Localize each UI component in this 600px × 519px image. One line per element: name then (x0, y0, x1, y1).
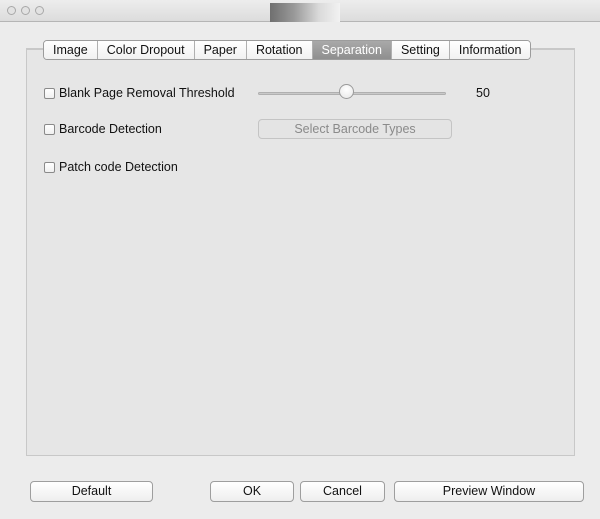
patch-code-checkbox[interactable] (44, 161, 55, 173)
barcode-row: Barcode Detection (44, 122, 162, 136)
blank-page-label: Blank Page Removal Threshold (59, 86, 235, 100)
select-barcode-types-button[interactable]: Select Barcode Types (258, 119, 452, 139)
tab-bar: Image Color Dropout Paper Rotation Separ… (43, 40, 532, 60)
cancel-button[interactable]: Cancel (300, 481, 385, 502)
minimize-window-icon[interactable] (21, 6, 30, 15)
blank-page-checkbox[interactable] (44, 87, 55, 99)
tab-setting[interactable]: Setting (391, 41, 450, 59)
threshold-value: 50 (476, 86, 490, 100)
tab-separation[interactable]: Separation (312, 41, 392, 59)
close-window-icon[interactable] (7, 6, 16, 15)
patch-code-row: Patch code Detection (44, 160, 178, 174)
tab-paper[interactable]: Paper (194, 41, 247, 59)
barcode-checkbox[interactable] (44, 123, 55, 135)
tab-content-panel (26, 48, 575, 456)
tab-color-dropout[interactable]: Color Dropout (97, 41, 195, 59)
patch-code-label: Patch code Detection (59, 160, 178, 174)
default-button[interactable]: Default (30, 481, 153, 502)
slider-thumb[interactable] (338, 84, 354, 99)
tab-image[interactable]: Image (44, 41, 98, 59)
scanner-settings-window: Image Color Dropout Paper Rotation Separ… (0, 0, 600, 519)
blank-page-row: Blank Page Removal Threshold (44, 86, 235, 100)
barcode-label: Barcode Detection (59, 122, 162, 136)
title-image (270, 3, 340, 22)
preview-window-button[interactable]: Preview Window (394, 481, 584, 502)
zoom-window-icon[interactable] (35, 6, 44, 15)
title-bar[interactable] (0, 0, 600, 22)
ok-button[interactable]: OK (210, 481, 294, 502)
tab-information[interactable]: Information (449, 41, 531, 59)
tab-rotation[interactable]: Rotation (246, 41, 313, 59)
